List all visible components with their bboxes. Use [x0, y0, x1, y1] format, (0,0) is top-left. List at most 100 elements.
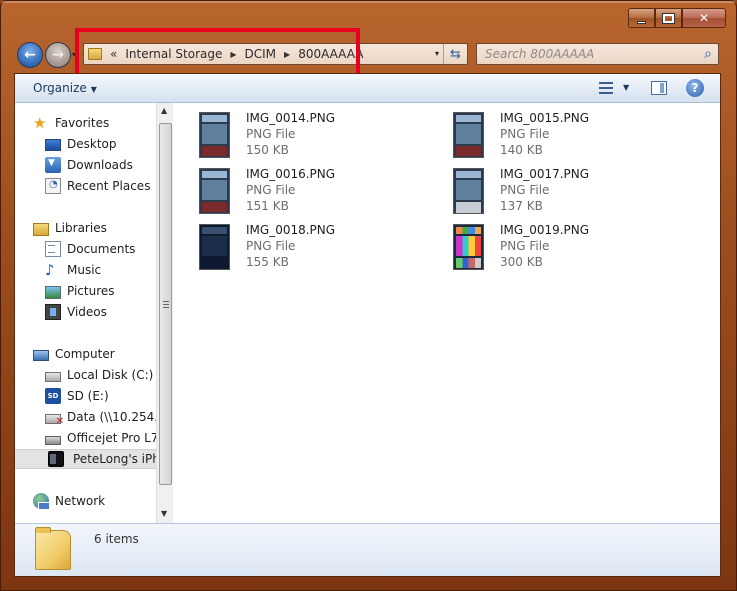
scrollbar-thumb[interactable]: [159, 123, 172, 485]
file-type: PNG File: [246, 183, 296, 197]
file-size: 140 KB: [500, 143, 543, 157]
caption-buttons: ✕: [628, 8, 726, 28]
file-item[interactable]: IMG_0016.PNG PNG File 151 KB: [175, 159, 415, 214]
file-name: IMG_0014.PNG: [246, 111, 336, 125]
nav-label: Officejet Pro L770: [67, 431, 158, 445]
nav-label: Videos: [67, 305, 107, 319]
nav-label: Documents: [67, 242, 136, 256]
file-size: 151 KB: [246, 199, 289, 213]
printer-icon: [45, 436, 61, 445]
file-item[interactable]: IMG_0018.PNG PNG File 155 KB: [175, 215, 415, 270]
file-name: IMG_0019.PNG: [500, 223, 590, 237]
nav-iphone[interactable]: PeteLong's iPhon: [15, 449, 158, 469]
close-button[interactable]: ✕: [682, 8, 726, 28]
iphone-icon: [48, 451, 64, 467]
address-dropdown-icon[interactable]: ▾: [435, 49, 439, 58]
help-button[interactable]: ?: [686, 79, 704, 97]
nav-label: Favorites: [55, 116, 110, 130]
nav-label: Desktop: [67, 137, 117, 151]
nav-computer[interactable]: Computer: [15, 344, 158, 364]
nav-pane-scrollbar[interactable]: ▲ ▼: [156, 103, 173, 523]
nav-pictures[interactable]: Pictures: [15, 281, 158, 301]
image-thumbnail: [453, 168, 484, 214]
search-box[interactable]: ⌕: [476, 43, 719, 65]
pictures-icon: [45, 285, 61, 299]
nav-documents[interactable]: Documents: [15, 239, 158, 259]
nav-libraries[interactable]: Libraries: [15, 218, 158, 238]
forward-button[interactable]: →: [45, 42, 71, 68]
refresh-icon: ⇆: [450, 46, 461, 62]
view-icon: [599, 92, 613, 94]
back-button[interactable]: ←: [17, 42, 43, 68]
grip-icon: [163, 301, 169, 308]
nav-label: Computer: [55, 347, 115, 361]
file-item[interactable]: IMG_0014.PNG PNG File 150 KB: [175, 103, 415, 158]
file-size: 155 KB: [246, 255, 289, 269]
view-icon: [599, 87, 613, 89]
nav-label: Music: [67, 263, 102, 277]
desktop-icon: [45, 139, 61, 151]
item-count: 6 items: [94, 532, 139, 546]
file-type: PNG File: [500, 239, 550, 253]
nav-label: PeteLong's iPhon: [73, 452, 158, 466]
image-thumbnail: [199, 224, 230, 270]
libraries-icon: [33, 222, 49, 236]
nav-label: Downloads: [67, 158, 133, 172]
search-icon[interactable]: ⌕: [704, 46, 712, 62]
view-icon: [599, 82, 613, 84]
file-item[interactable]: IMG_0017.PNG PNG File 137 KB: [429, 159, 669, 214]
nav-desktop[interactable]: Desktop: [15, 134, 158, 154]
file-size: 150 KB: [246, 143, 289, 157]
refresh-button[interactable]: ⇆: [443, 44, 467, 64]
nav-officejet-printer[interactable]: Officejet Pro L770: [15, 428, 158, 448]
computer-icon: [33, 349, 49, 361]
window-frame: ✕ ← → ▾ « Internal Storage ▶ DCIM ▶ 800A…: [0, 0, 737, 591]
change-view-button[interactable]: [597, 80, 615, 96]
documents-icon: [45, 241, 61, 257]
preview-pane-button[interactable]: [651, 81, 667, 95]
organize-label: Organize: [33, 81, 87, 95]
nav-network[interactable]: Network: [15, 491, 158, 511]
image-thumbnail: [453, 112, 484, 158]
nav-favorites[interactable]: ★ Favorites: [15, 113, 158, 133]
nav-recent-places[interactable]: Recent Places: [15, 176, 158, 196]
file-type: PNG File: [246, 127, 296, 141]
view-options-chevron-icon[interactable]: ▼: [623, 83, 629, 92]
scroll-up-icon[interactable]: ▲: [161, 106, 167, 115]
file-type: PNG File: [500, 127, 550, 141]
nav-sd-card[interactable]: SD SD (E:): [15, 386, 158, 406]
downloads-icon: [45, 157, 61, 173]
organize-button[interactable]: Organize ▼: [33, 81, 97, 95]
minimize-button[interactable]: [628, 8, 655, 28]
file-item[interactable]: IMG_0015.PNG PNG File 140 KB: [429, 103, 669, 158]
nav-label: Recent Places: [67, 179, 151, 193]
nav-label: Pictures: [67, 284, 115, 298]
maximize-button[interactable]: [655, 8, 682, 28]
back-arrow-icon: ←: [24, 47, 36, 63]
image-thumbnail: [199, 112, 230, 158]
file-name: IMG_0015.PNG: [500, 111, 590, 125]
forward-arrow-icon: →: [52, 47, 64, 63]
search-input[interactable]: [485, 47, 695, 61]
folder-icon: [35, 527, 71, 570]
nav-music[interactable]: ♪ Music: [15, 260, 158, 280]
navigation-pane: ★ Favorites Desktop Downloads Recent Pla…: [15, 103, 158, 523]
nav-downloads[interactable]: Downloads: [15, 155, 158, 175]
help-icon: ?: [691, 81, 699, 95]
image-thumbnail: [453, 224, 484, 270]
file-size: 137 KB: [500, 199, 543, 213]
scroll-down-icon[interactable]: ▼: [161, 509, 167, 518]
file-name: IMG_0018.PNG: [246, 223, 336, 237]
disk-icon: [45, 372, 61, 382]
close-icon: ✕: [698, 11, 710, 25]
command-bar: Organize ▼ ▼ ?: [15, 74, 720, 103]
file-item[interactable]: IMG_0019.PNG PNG File 300 KB: [429, 215, 669, 270]
nav-videos[interactable]: Videos: [15, 302, 158, 322]
nav-label: Data (\\10.254.25: [67, 410, 158, 424]
image-thumbnail: [199, 168, 230, 214]
nav-data-network-drive[interactable]: Data (\\10.254.25: [15, 407, 158, 427]
chevron-down-icon: ▼: [90, 85, 97, 94]
nav-label: Network: [55, 494, 106, 508]
nav-local-disk[interactable]: Local Disk (C:): [15, 365, 158, 385]
videos-icon: [45, 304, 61, 320]
